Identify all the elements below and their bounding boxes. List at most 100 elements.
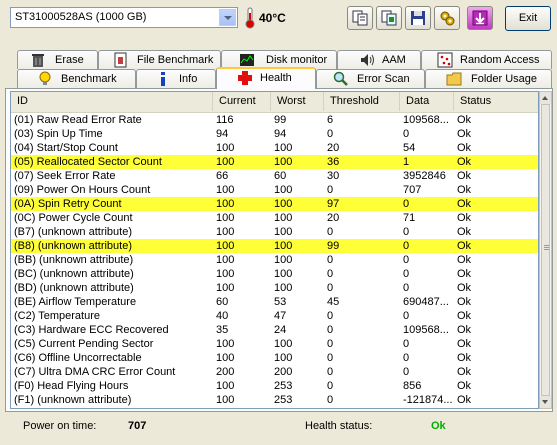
table-cell: Ok — [457, 394, 472, 406]
table-cell: 47 — [274, 310, 287, 322]
column-header-data[interactable]: Data — [400, 92, 454, 111]
table-cell: 109568... — [403, 114, 449, 126]
column-header-threshold[interactable]: Threshold — [324, 92, 400, 111]
table-cell: 60 — [216, 296, 229, 308]
table-row[interactable]: (F0) Head Flying Hours 100 253 0 856 Ok — [11, 379, 538, 393]
table-cell: (01) Raw Read Error Rate — [14, 114, 142, 126]
table-cell: 6 — [327, 114, 334, 126]
gears-icon — [440, 11, 455, 26]
table-cell: 0 — [403, 240, 410, 252]
tab-erase-label: Erase — [55, 54, 84, 66]
table-cell: 3952846 — [403, 170, 446, 182]
table-row[interactable]: (0A) Spin Retry Count 100 100 97 0 Ok — [11, 197, 538, 211]
table-cell: Ok — [457, 170, 472, 182]
table-cell: 99 — [274, 114, 287, 126]
save-button[interactable] — [405, 6, 431, 30]
column-header-current[interactable]: Current — [213, 92, 271, 111]
table-cell: 100 — [274, 156, 293, 168]
table-cell: 0 — [327, 184, 334, 196]
scroll-up-icon[interactable] — [540, 92, 551, 104]
table-row[interactable]: (BB) (unknown attribute) 100 100 0 0 Ok — [11, 253, 538, 267]
table-row[interactable]: (B8) (unknown attribute) 100 100 99 0 Ok — [11, 239, 538, 253]
table-row[interactable]: (BD) (unknown attribute) 100 100 0 0 Ok — [11, 281, 538, 295]
smart-attributes-table[interactable]: ID Current Worst Threshold Data Status (… — [10, 91, 539, 409]
table-cell: 0 — [327, 380, 334, 392]
table-row[interactable]: (BC) (unknown attribute) 100 100 0 0 Ok — [11, 267, 538, 281]
table-row[interactable]: (09) Power On Hours Count 100 100 0 707 Ok — [11, 183, 538, 197]
table-row[interactable]: (04) Start/Stop Count 100 100 20 54 Ok — [11, 141, 538, 155]
table-cell: 100 — [216, 352, 235, 364]
table-cell: (F0) Head Flying Hours — [14, 380, 129, 392]
table-row[interactable]: (0C) Power Cycle Count 100 100 20 71 Ok — [11, 211, 538, 225]
copy-text-button[interactable] — [347, 6, 373, 30]
tab-error-scan[interactable]: Error Scan — [316, 69, 425, 88]
table-cell: 100 — [216, 184, 235, 196]
table-cell: 53 — [274, 296, 287, 308]
table-cell: Ok — [457, 296, 472, 308]
file-benchmark-icon — [114, 52, 127, 68]
table-cell: 0 — [327, 128, 334, 140]
table-row[interactable]: (C3) Hardware ECC Recovered 35 24 0 109568..… — [11, 323, 538, 337]
table-cell: (C3) Hardware ECC Recovered — [14, 324, 169, 336]
column-header-worst[interactable]: Worst — [271, 92, 324, 111]
tab-file-benchmark[interactable]: File Benchmark — [98, 50, 221, 69]
table-row[interactable]: (01) Raw Read Error Rate 116 99 6 109568... O… — [11, 113, 538, 127]
options-button[interactable] — [434, 6, 460, 30]
table-cell: Ok — [457, 268, 472, 280]
table-cell: Ok — [457, 198, 472, 210]
table-cell: 94 — [274, 128, 287, 140]
copy-screenshot-button[interactable] — [376, 6, 402, 30]
copy-icon — [352, 10, 368, 26]
table-cell: 0 — [403, 282, 410, 294]
drive-select[interactable]: ST31000528AS (1000 GB) — [10, 7, 238, 28]
table-cell: 36 — [327, 156, 340, 168]
table-row[interactable]: (F1) (unknown attribute) 100 253 0 -121874..… — [11, 393, 538, 407]
health-status-value: Ok — [431, 420, 446, 432]
table-row[interactable]: (05) Reallocated Sector Count 100 100 36 1 Ok — [11, 155, 538, 169]
table-cell: (C7) Ultra DMA CRC Error Count — [14, 366, 176, 378]
tab-file-benchmark-label: File Benchmark — [137, 54, 214, 66]
power-on-time-label: Power on time: — [23, 420, 97, 432]
tab-folder-usage[interactable]: Folder Usage — [425, 69, 552, 88]
table-cell: (09) Power On Hours Count — [14, 184, 151, 196]
table-row[interactable]: (C7) Ultra DMA CRC Error Count 200 200 0 0 Ok — [11, 365, 538, 379]
table-cell: 0 — [327, 268, 334, 280]
scroll-down-icon[interactable] — [540, 396, 551, 408]
table-cell: 100 — [216, 254, 235, 266]
table-cell: 100 — [216, 142, 235, 154]
table-cell: 100 — [216, 394, 235, 406]
tab-benchmark[interactable]: Benchmark — [17, 69, 136, 88]
vertical-scrollbar[interactable] — [539, 91, 552, 409]
tab-disk-monitor-label: Disk monitor — [266, 54, 328, 66]
table-row[interactable]: (B7) (unknown attribute) 100 100 0 0 Ok — [11, 225, 538, 239]
table-cell: 100 — [274, 338, 293, 350]
table-cell: 100 — [274, 240, 293, 252]
column-header-status[interactable]: Status — [454, 92, 538, 111]
table-cell: Ok — [457, 254, 472, 266]
table-cell: (04) Start/Stop Count — [14, 142, 118, 154]
tab-health[interactable]: Health — [216, 67, 316, 89]
minimize-to-tray-button[interactable] — [467, 6, 493, 30]
table-row[interactable]: (03) Spin Up Time 94 94 0 0 Ok — [11, 127, 538, 141]
table-row[interactable]: (C2) Temperature 40 47 0 0 Ok — [11, 309, 538, 323]
scrollbar-thumb[interactable] — [541, 104, 550, 396]
exit-button[interactable]: Exit — [505, 6, 551, 31]
table-row[interactable]: (C5) Current Pending Sector 100 100 0 0 Ok — [11, 337, 538, 351]
table-cell: 0 — [327, 310, 334, 322]
tab-erase[interactable]: Erase — [17, 50, 98, 69]
tab-aam[interactable]: AAM — [337, 50, 421, 69]
chevron-down-icon[interactable] — [219, 9, 236, 26]
table-row[interactable]: (C6) Offline Uncorrectable 100 100 0 0 Ok — [11, 351, 538, 365]
table-cell: 20 — [327, 212, 340, 224]
tab-random-access[interactable]: Random Access — [421, 50, 552, 69]
column-header-id[interactable]: ID — [11, 92, 213, 111]
table-cell: 0 — [327, 338, 334, 350]
table-cell: 0 — [403, 198, 410, 210]
table-cell: (BC) (unknown attribute) — [14, 268, 134, 280]
table-row[interactable]: (BE) Airflow Temperature 60 53 45 690487... O… — [11, 295, 538, 309]
table-row[interactable]: (07) Seek Error Rate 66 60 30 3952846 Ok — [11, 169, 538, 183]
tab-info[interactable]: Info — [136, 69, 216, 88]
table-cell: 100 — [274, 352, 293, 364]
arrow-down-icon — [472, 10, 488, 26]
table-cell: 100 — [216, 268, 235, 280]
